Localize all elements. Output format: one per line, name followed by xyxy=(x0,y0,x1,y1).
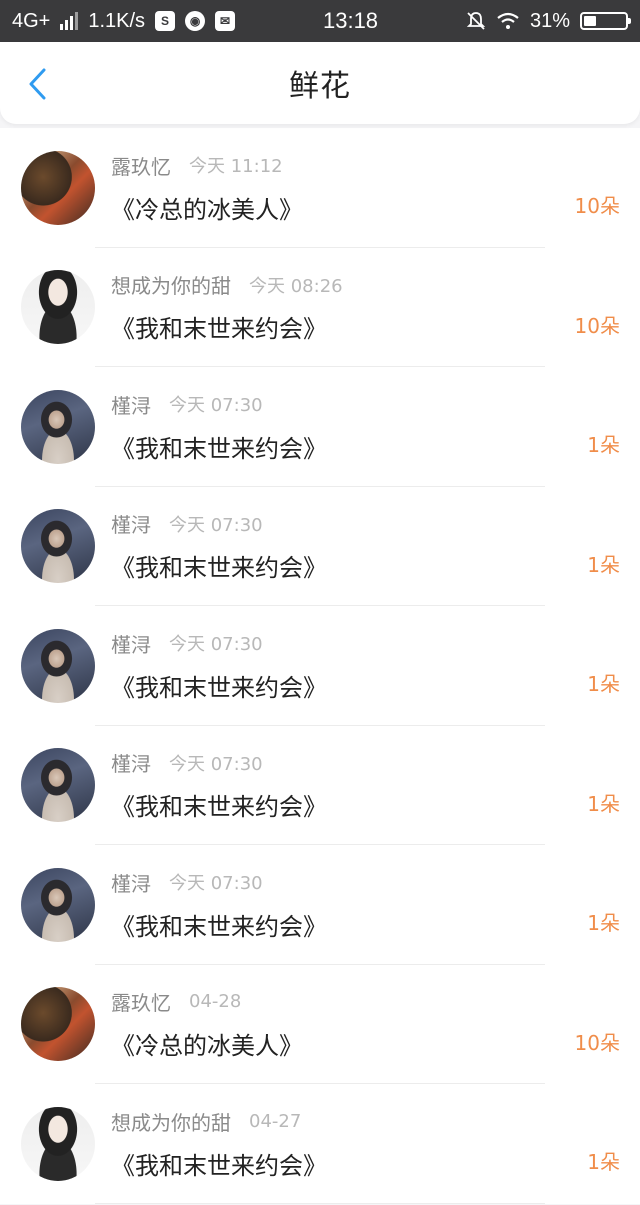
user-name[interactable]: 想成为你的甜 xyxy=(111,1107,231,1136)
network-speed: 1.1K/s xyxy=(88,9,146,32)
signal-icon xyxy=(60,12,79,30)
avatar-jinxun[interactable] xyxy=(21,748,95,823)
back-button[interactable] xyxy=(22,66,54,102)
item-time: 今天 08:26 xyxy=(249,275,343,297)
wechat-icon: ◉ xyxy=(185,11,206,31)
list-item-3[interactable]: 槿浔 今天 07:30 《我和末世来约会》 1朵 xyxy=(0,367,640,487)
item-texts: 想成为你的甜 今天 08:26 《我和末世来约会》 xyxy=(111,270,640,344)
flower-count: 1朵 xyxy=(587,911,620,935)
item-texts: 想成为你的甜 04-27 《我和末世来约会》 xyxy=(111,1107,640,1181)
item-time: 今天 07:30 xyxy=(169,753,263,775)
battery-icon xyxy=(580,12,631,30)
avatar-jinxun[interactable] xyxy=(21,628,95,703)
item-texts: 槿浔 今天 07:30 《我和末世来约会》 xyxy=(111,629,640,703)
list-item-8[interactable]: 露玖忆 04-28 《冷总的冰美人》 10朵 xyxy=(0,965,640,1085)
list-item-6[interactable]: 槿浔 今天 07:30 《我和末世来约会》 1朵 xyxy=(0,726,640,846)
item-time: 04-27 xyxy=(249,1110,302,1132)
item-time: 今天 07:30 xyxy=(169,634,263,656)
item-meta: 想成为你的甜 04-27 xyxy=(111,1107,640,1136)
user-name[interactable]: 槿浔 xyxy=(111,390,151,419)
avatar-tian[interactable] xyxy=(21,1106,95,1181)
flower-count: 1朵 xyxy=(587,791,620,816)
item-meta: 槿浔 今天 07:30 xyxy=(111,629,640,658)
item-time: 今天 07:30 xyxy=(169,514,263,536)
book-title[interactable]: 《我和末世来约会》 xyxy=(111,429,640,464)
avatar-jinxun[interactable] xyxy=(21,867,95,942)
list-item-9[interactable]: 想成为你的甜 04-27 《我和末世来约会》 1朵 xyxy=(0,1084,640,1204)
flower-count: 1朵 xyxy=(587,433,620,457)
user-name[interactable]: 槿浔 xyxy=(111,748,151,777)
battery-fill xyxy=(584,16,597,26)
status-right: 31% xyxy=(466,9,631,33)
user-name[interactable]: 槿浔 xyxy=(111,868,151,897)
flower-count: 10朵 xyxy=(574,194,620,218)
book-title[interactable]: 《我和末世来约会》 xyxy=(111,1146,640,1181)
status-time: 13:18 xyxy=(322,8,379,33)
book-title[interactable]: 《我和末世来约会》 xyxy=(111,548,640,583)
item-texts: 槿浔 今天 07:30 《我和末世来约会》 xyxy=(111,748,640,822)
item-time: 今天 11:12 xyxy=(189,156,283,178)
user-name[interactable]: 槿浔 xyxy=(111,509,151,538)
user-name[interactable]: 露玖忆 xyxy=(111,151,171,180)
item-texts: 露玖忆 今天 11:12 《冷总的冰美人》 xyxy=(111,151,640,225)
book-title[interactable]: 《冷总的冰美人》 xyxy=(111,190,640,225)
nav-header: 鲜花 xyxy=(0,42,640,124)
list-item-7[interactable]: 槿浔 今天 07:30 《我和末世来约会》 1朵 xyxy=(0,845,640,965)
book-title[interactable]: 《我和末世来约会》 xyxy=(111,907,640,942)
chevron-left-icon xyxy=(29,68,46,100)
mail-icon: ✉ xyxy=(215,11,236,31)
avatar-tian[interactable] xyxy=(21,270,95,345)
book-title[interactable]: 《冷总的冰美人》 xyxy=(111,1026,640,1061)
item-meta: 露玖忆 今天 11:12 xyxy=(111,151,640,180)
page-title: 鲜花 xyxy=(289,69,351,104)
user-name[interactable]: 想成为你的甜 xyxy=(111,270,231,299)
book-title[interactable]: 《我和末世来约会》 xyxy=(111,668,640,703)
flower-count: 10朵 xyxy=(574,1030,620,1055)
list-item-5[interactable]: 槿浔 今天 07:30 《我和末世来约会》 1朵 xyxy=(0,606,640,726)
item-meta: 槿浔 今天 07:30 xyxy=(111,868,640,897)
avatar-jinxun[interactable] xyxy=(21,389,95,464)
avatar-luojiuyi[interactable] xyxy=(21,987,95,1062)
item-texts: 槿浔 今天 07:30 《我和末世来约会》 xyxy=(111,868,640,942)
list-item-4[interactable]: 槿浔 今天 07:30 《我和末世来约会》 1朵 xyxy=(0,487,640,607)
item-meta: 露玖忆 04-28 xyxy=(111,987,640,1016)
network-type: 4G+ xyxy=(12,9,51,32)
book-title[interactable]: 《我和末世来约会》 xyxy=(111,787,640,822)
avatar-luojiuyi[interactable] xyxy=(21,150,95,225)
item-time: 今天 07:30 xyxy=(169,873,263,895)
battery-percent: 31% xyxy=(529,9,570,32)
wifi-icon xyxy=(497,12,519,29)
item-time: 今天 07:30 xyxy=(169,395,263,417)
book-title[interactable]: 《我和末世来约会》 xyxy=(111,309,640,344)
status-bar: 4G+ 1.1K/s S ◉ ✉ 13:18 31% xyxy=(0,0,640,42)
flower-list: 露玖忆 今天 11:12 《冷总的冰美人》 10朵 想成为你的甜 今天 08:2… xyxy=(0,128,640,1204)
item-meta: 槿浔 今天 07:30 xyxy=(111,390,640,419)
s-app-icon: S xyxy=(155,11,176,31)
user-name[interactable]: 露玖忆 xyxy=(111,987,171,1016)
avatar-jinxun[interactable] xyxy=(21,509,95,584)
flower-count: 1朵 xyxy=(587,672,620,696)
item-texts: 露玖忆 04-28 《冷总的冰美人》 xyxy=(111,987,640,1061)
item-texts: 槿浔 今天 07:30 《我和末世来约会》 xyxy=(111,390,640,464)
list-item-1[interactable]: 露玖忆 今天 11:12 《冷总的冰美人》 10朵 xyxy=(0,128,640,248)
flower-count: 1朵 xyxy=(587,552,620,577)
status-left: 4G+ 1.1K/s S ◉ ✉ xyxy=(12,9,236,33)
bell-off-icon xyxy=(466,12,486,30)
item-meta: 槿浔 今天 07:30 xyxy=(111,509,640,538)
flower-count: 1朵 xyxy=(587,1150,620,1174)
list-item-2[interactable]: 想成为你的甜 今天 08:26 《我和末世来约会》 10朵 xyxy=(0,248,640,368)
user-name[interactable]: 槿浔 xyxy=(111,629,151,658)
flower-count: 10朵 xyxy=(574,313,620,338)
item-meta: 槿浔 今天 07:30 xyxy=(111,748,640,777)
item-meta: 想成为你的甜 今天 08:26 xyxy=(111,270,640,299)
item-time: 04-28 xyxy=(189,991,242,1013)
item-texts: 槿浔 今天 07:30 《我和末世来约会》 xyxy=(111,509,640,583)
